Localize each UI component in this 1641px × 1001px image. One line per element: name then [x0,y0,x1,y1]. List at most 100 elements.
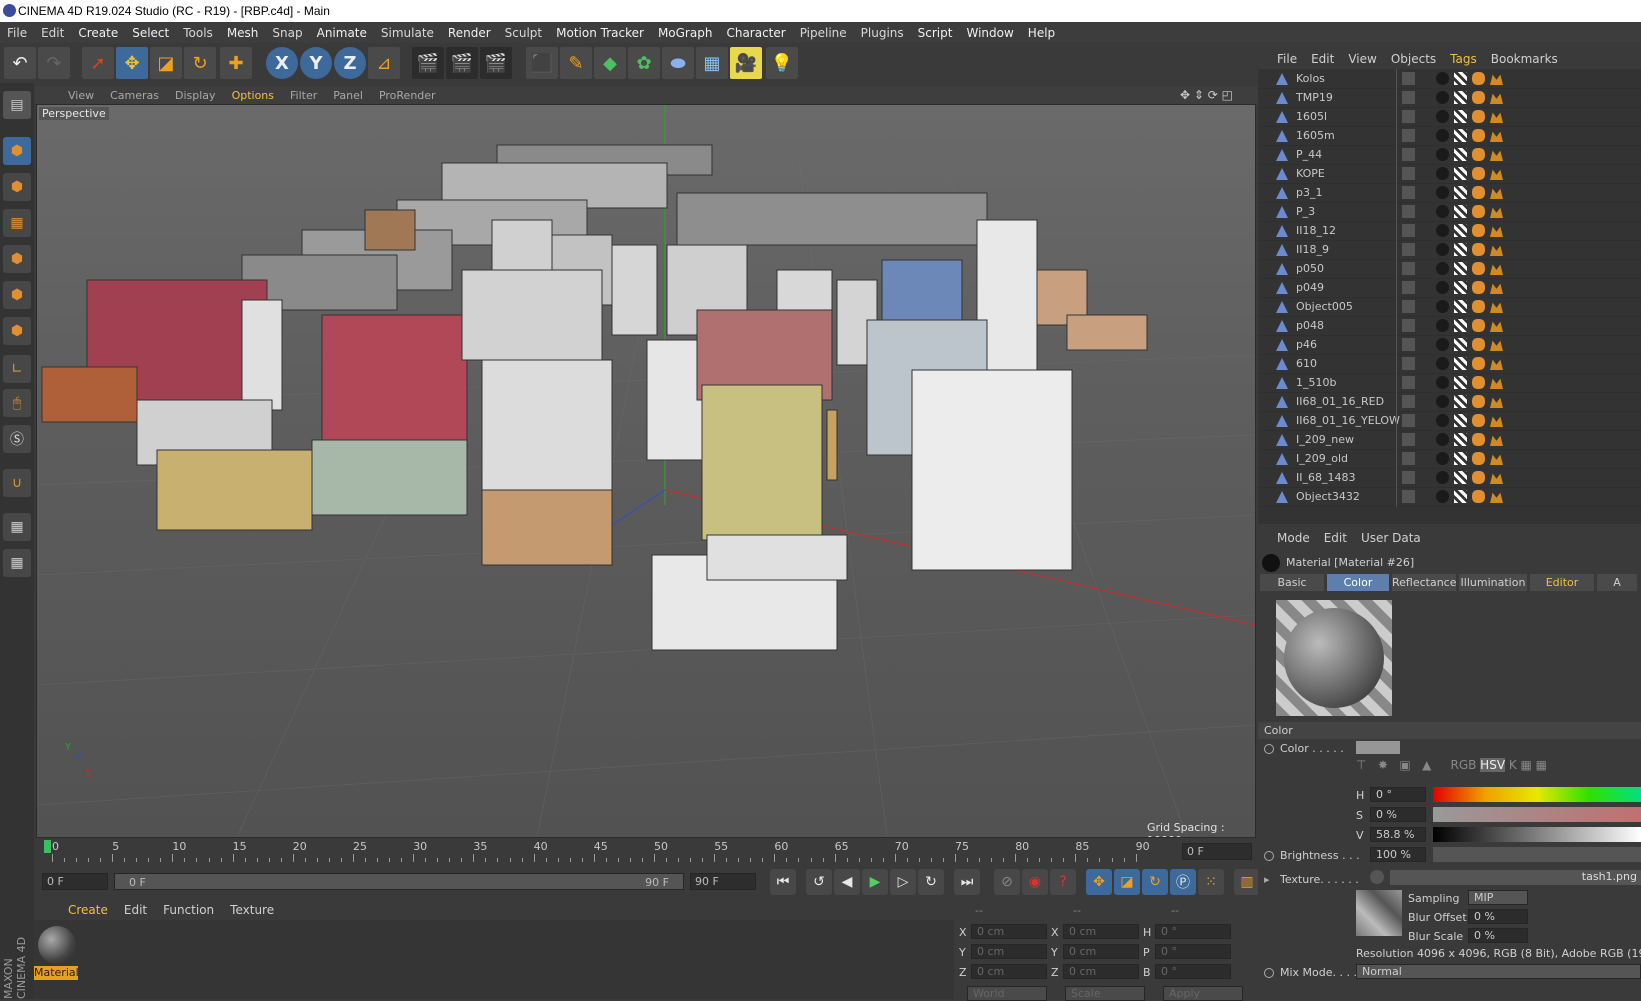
sampling-dropdown[interactable]: MIP [1468,890,1528,905]
object-menu-objects[interactable]: Objects [1384,52,1443,66]
object-row[interactable]: p049 [1258,278,1641,298]
material-menu-edit[interactable]: Edit [116,903,155,917]
position-key-button[interactable]: ✥ [1086,869,1112,895]
visibility-toggle[interactable] [1402,91,1415,104]
visibility-toggle[interactable] [1402,72,1415,85]
light-button[interactable]: 💡 [766,47,798,79]
object-row[interactable]: KOPE [1258,164,1641,184]
saturation-slider[interactable] [1433,807,1641,822]
texture-tag-icon[interactable] [1454,262,1467,275]
material-menu-texture[interactable]: Texture [222,903,282,917]
color-picker-modes[interactable]: ⊤ ✸ ▣ ▲ RGB HSV K ▦ ▦ [1356,758,1636,778]
blur-scale-field[interactable]: 0 % [1468,928,1528,943]
next-frame-button[interactable]: ▷ [890,869,916,895]
visibility-toggle[interactable] [1402,414,1415,427]
hue-slider[interactable] [1433,787,1641,802]
object-row[interactable]: Kolos [1258,69,1641,89]
menu-file[interactable]: File [0,26,34,40]
material-thumbnail[interactable] [38,926,76,964]
phong-tag-icon[interactable] [1436,129,1449,142]
viewport-menu-display[interactable]: Display [167,89,224,102]
mode-button[interactable]: ▤ [3,91,31,119]
autokey-button[interactable]: ◉ [1022,869,1048,895]
blur-offset-field[interactable]: 0 % [1468,909,1528,924]
add-button[interactable]: ✚ [220,47,252,79]
selection-tag-icon[interactable] [1490,169,1503,180]
uvw-tag-icon[interactable] [1472,338,1485,351]
visibility-toggle[interactable] [1402,376,1415,389]
phong-tag-icon[interactable] [1436,357,1449,370]
tab-color[interactable]: Color [1327,574,1389,591]
selection-tag-icon[interactable] [1490,283,1503,294]
tab-illumination[interactable]: Illumination [1459,574,1527,591]
visibility-toggle[interactable] [1402,205,1415,218]
workplane-button[interactable]: ▦ [3,209,31,237]
texture-tag-icon[interactable] [1454,148,1467,161]
object-row[interactable]: Object3432 [1258,487,1641,507]
coord-y-field[interactable]: 0 cm [971,944,1047,959]
visibility-toggle[interactable] [1402,243,1415,256]
selection-tag-icon[interactable] [1490,150,1503,161]
magnet-button[interactable]: ∪ [3,469,31,497]
cloner-button[interactable]: ✿ [628,47,660,79]
attribute-menu-user-data[interactable]: User Data [1354,531,1428,545]
texture-tag-icon[interactable] [1454,186,1467,199]
menu-motion-tracker[interactable]: Motion Tracker [549,26,651,40]
visibility-toggle[interactable] [1402,357,1415,370]
phong-tag-icon[interactable] [1436,452,1449,465]
phong-tag-icon[interactable] [1436,186,1449,199]
phong-tag-icon[interactable] [1436,281,1449,294]
visibility-toggle[interactable] [1402,186,1415,199]
phong-tag-icon[interactable] [1436,338,1449,351]
menu-simulate[interactable]: Simulate [374,26,441,40]
object-row[interactable]: TMP19 [1258,88,1641,108]
record-active-button[interactable]: ⊘ [994,869,1020,895]
uvw-tag-icon[interactable] [1472,452,1485,465]
v-field[interactable]: 58.8 % [1370,827,1426,842]
selection-tag-icon[interactable] [1490,112,1503,123]
selection-tag-icon[interactable] [1490,188,1503,199]
object-row[interactable]: p048 [1258,316,1641,336]
parameter-key-button[interactable]: Ⓟ [1170,869,1196,895]
material-menu-create[interactable]: Create [60,903,116,917]
render-view-button[interactable]: 🎬 [412,47,444,79]
coord-x-field[interactable]: 0 cm [1063,924,1139,939]
menu-window[interactable]: Window [959,26,1020,40]
uvw-tag-icon[interactable] [1472,148,1485,161]
pla-key-button[interactable]: ⁙ [1198,869,1224,895]
phong-tag-icon[interactable] [1436,319,1449,332]
timeline-ruler[interactable]: 0 5 10 15 20 25 30 35 40 45 50 55 60 65 70 75 80 85 90 0 F [34,838,1264,865]
object-row[interactable]: II68_01_16_RED [1258,392,1641,412]
render-settings-button[interactable]: 🎬 [480,47,512,79]
phong-tag-icon[interactable] [1436,395,1449,408]
menu-character[interactable]: Character [719,26,792,40]
go-to-start-button[interactable]: ⏮ [770,869,796,895]
menu-mograph[interactable]: MoGraph [651,26,720,40]
s-field[interactable]: 0 % [1370,807,1426,822]
uvw-tag-icon[interactable] [1472,357,1485,370]
tab-a[interactable]: A [1597,574,1637,591]
visibility-toggle[interactable] [1402,129,1415,142]
x-axis-button[interactable]: X [266,47,298,79]
uvw-tag-icon[interactable] [1472,205,1485,218]
uvw-tag-icon[interactable] [1472,319,1485,332]
object-row[interactable]: II_68_1483 [1258,468,1641,488]
object-row[interactable]: I_209_new [1258,430,1641,450]
selection-tag-icon[interactable] [1490,131,1503,142]
phong-tag-icon[interactable] [1436,262,1449,275]
texture-tag-icon[interactable] [1454,91,1467,104]
uvw-tag-icon[interactable] [1472,167,1485,180]
selection-tag-icon[interactable] [1490,492,1503,503]
selection-tag-icon[interactable] [1490,378,1503,389]
phong-tag-icon[interactable] [1436,433,1449,446]
coord-x-field[interactable]: 0 cm [971,924,1047,939]
end-frame-field[interactable]: 90 F [690,873,756,890]
tab-editor[interactable]: Editor [1530,574,1594,591]
visibility-toggle[interactable] [1402,300,1415,313]
brightness-field[interactable]: 100 % [1370,847,1426,862]
coord-y-field[interactable]: 0 cm [1063,944,1139,959]
uvw-tag-icon[interactable] [1472,395,1485,408]
subdivision-button[interactable]: ◆ [594,47,626,79]
texture-tag-icon[interactable] [1454,72,1467,85]
uvw-tag-icon[interactable] [1472,243,1485,256]
